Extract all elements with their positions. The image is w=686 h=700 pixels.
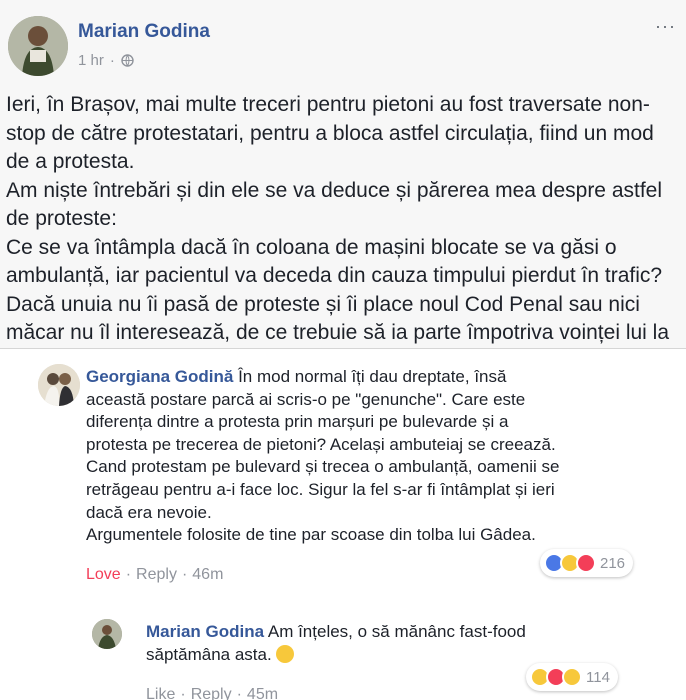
action-separator: · [236, 686, 242, 700]
comments-section: Georgiana Godină În mod normal îți dau d… [0, 348, 686, 700]
reply-first-line: Marian Godina Am înțeles, o să mănânc fa… [146, 621, 606, 644]
comment-line: Argumentele folosite de tine par scoase … [86, 525, 536, 545]
post-line: măcar nu îl interesează, de ce trebuie s… [6, 321, 670, 344]
love-reaction-link[interactable]: Love [86, 566, 121, 584]
post-line: Ce se va întâmpla dacă în coloana de maș… [6, 235, 617, 259]
comment-actions: Love · Reply · 46m [86, 566, 223, 584]
post-author-name[interactable]: Marian Godina [78, 21, 210, 43]
wow-reaction-icon [562, 667, 582, 687]
reaction-count: 114 [586, 668, 610, 686]
comment-first-line: Georgiana Godină În mod normal îți dau d… [86, 366, 646, 389]
comment-line: În mod normal îți dau dreptate, însă [233, 367, 507, 386]
reply-body: Marian Godina Am înțeles, o să mănânc fa… [146, 621, 606, 666]
post-meta: 1 hr · [78, 52, 134, 69]
reaction-count: 216 [600, 554, 626, 572]
commenter-name[interactable]: Georgiana Godină [86, 367, 233, 386]
reply-link[interactable]: Reply [191, 686, 232, 700]
globe-icon[interactable] [121, 54, 134, 67]
post-timestamp[interactable]: 1 hr [78, 52, 104, 69]
comment-body: Georgiana Godină În mod normal îți dau d… [86, 366, 646, 547]
reply-line: săptămâna asta. [146, 644, 272, 664]
reply-timestamp[interactable]: 45m [247, 686, 278, 700]
post: Marian Godina 1 hr · ··· Ieri, în Brașov… [0, 0, 686, 348]
comment-line: Cand protestam pe bulevard și trecea o a… [86, 457, 560, 477]
meta-separator: · [109, 52, 115, 69]
like-link[interactable]: Like [146, 686, 175, 700]
post-line: de proteste: [6, 207, 117, 230]
love-reaction-icon [576, 553, 596, 573]
action-separator: · [180, 686, 186, 700]
commenter-avatar[interactable] [38, 364, 80, 406]
comment-timestamp[interactable]: 46m [192, 566, 223, 584]
reply-line: Am înțeles, o să mănânc fast-food [264, 622, 526, 641]
post-body: Ieri, în Brașov, mai multe treceri pentr… [6, 91, 682, 348]
post-line: Ieri, în Brașov, mai multe treceri pentr… [6, 93, 650, 116]
reply-author-name[interactable]: Marian Godina [146, 622, 264, 641]
reply-avatar[interactable] [92, 619, 122, 649]
reply-reaction-summary[interactable]: 114 [526, 663, 618, 691]
comment-line: dacă era nevoie. [86, 502, 212, 522]
reply-actions: Like · Reply · 45m [146, 686, 278, 700]
post-line: Dacă unuia nu îi pasă de proteste și îi … [6, 292, 640, 316]
post-line: ambulanță, iar pacientul va deceda din c… [6, 264, 663, 287]
action-separator: · [125, 566, 132, 583]
author-avatar[interactable] [8, 16, 68, 76]
reply-link[interactable]: Reply [136, 566, 177, 584]
action-separator: · [181, 566, 188, 583]
comment-line: protesta pe trecerea de pietoni? Același… [86, 434, 556, 454]
grinning-face-icon [275, 644, 294, 663]
post-line: Am niște întrebări și din ele se va dedu… [6, 178, 663, 202]
comment-line: retrăgeau pentru a-i face loc. Sigur la … [86, 479, 555, 499]
reaction-summary[interactable]: 216 [540, 549, 634, 577]
post-line: stop de către protestatari, pentru a blo… [6, 121, 654, 145]
post-line: de a protesta. [6, 150, 135, 173]
comment-line: această postare parcă ai scris-o pe "gen… [86, 389, 526, 409]
more-options-icon[interactable]: ··· [655, 16, 676, 37]
comment-line: diferența dintre a protesta prin marșuri… [86, 412, 509, 432]
